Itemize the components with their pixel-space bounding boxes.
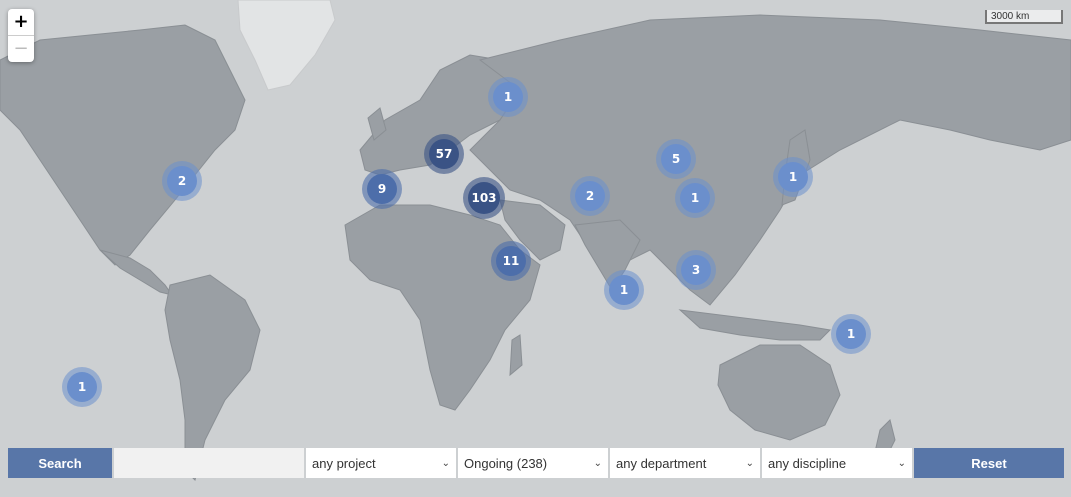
discipline-select[interactable]: any discipline ⌄ bbox=[762, 448, 912, 478]
cluster-count: 103 bbox=[468, 182, 500, 214]
cluster-count: 1 bbox=[609, 275, 639, 305]
cluster-count: 1 bbox=[836, 319, 866, 349]
cluster-count: 2 bbox=[575, 181, 605, 211]
zoom-control: + − bbox=[8, 9, 34, 62]
cluster-count: 2 bbox=[167, 166, 197, 196]
cluster-count: 1 bbox=[67, 372, 97, 402]
cluster-marker-japan[interactable]: 1 bbox=[773, 157, 813, 197]
cluster-marker-north-america[interactable]: 2 bbox=[162, 161, 202, 201]
cluster-count: 5 bbox=[661, 144, 691, 174]
zoom-in-button[interactable]: + bbox=[8, 9, 34, 35]
chevron-down-icon: ⌄ bbox=[441, 457, 450, 469]
department-select-value: any department bbox=[616, 455, 707, 471]
cluster-count: 1 bbox=[680, 183, 710, 213]
cluster-marker-mongolia[interactable]: 5 bbox=[656, 139, 696, 179]
status-select-value: Ongoing (238) bbox=[464, 455, 548, 471]
cluster-count: 1 bbox=[778, 162, 808, 192]
zoom-out-button[interactable]: − bbox=[8, 36, 34, 62]
map-scale: 3000 km bbox=[985, 10, 1063, 24]
cluster-marker-iberia[interactable]: 9 bbox=[362, 169, 402, 209]
cluster-count: 1 bbox=[493, 82, 523, 112]
search-button[interactable]: Search bbox=[8, 448, 112, 478]
cluster-marker-east-africa[interactable]: 11 bbox=[491, 241, 531, 281]
filter-bar: Search any project ⌄ Ongoing (238) ⌄ any… bbox=[8, 448, 1066, 478]
world-map[interactable]: + − 3000 km 1 57 2 9 103 2 5 1 1 11 3 1 1 1 bbox=[0, 0, 1071, 497]
map-landmass bbox=[0, 0, 1071, 481]
cluster-marker-russia[interactable]: 1 bbox=[488, 77, 528, 117]
project-select-value: any project bbox=[312, 455, 376, 471]
discipline-select-value: any discipline bbox=[768, 455, 847, 471]
search-input[interactable] bbox=[114, 448, 304, 478]
cluster-marker-europe[interactable]: 57 bbox=[424, 134, 464, 174]
cluster-marker-pacific[interactable]: 1 bbox=[62, 367, 102, 407]
cluster-marker-india-ocean[interactable]: 1 bbox=[604, 270, 644, 310]
cluster-marker-southeast-asia[interactable]: 3 bbox=[676, 250, 716, 290]
cluster-count: 57 bbox=[429, 139, 459, 169]
chevron-down-icon: ⌄ bbox=[897, 457, 906, 469]
reset-button[interactable]: Reset bbox=[914, 448, 1064, 478]
scale-label: 3000 km bbox=[991, 11, 1030, 22]
cluster-marker-middle-east[interactable]: 103 bbox=[463, 177, 505, 219]
cluster-count: 9 bbox=[367, 174, 397, 204]
project-select[interactable]: any project ⌄ bbox=[306, 448, 456, 478]
status-select[interactable]: Ongoing (238) ⌄ bbox=[458, 448, 608, 478]
chevron-down-icon: ⌄ bbox=[593, 457, 602, 469]
cluster-marker-china[interactable]: 1 bbox=[675, 178, 715, 218]
chevron-down-icon: ⌄ bbox=[745, 457, 754, 469]
cluster-marker-melanesia[interactable]: 1 bbox=[831, 314, 871, 354]
cluster-count: 3 bbox=[681, 255, 711, 285]
cluster-count: 11 bbox=[496, 246, 526, 276]
cluster-marker-central-asia[interactable]: 2 bbox=[570, 176, 610, 216]
department-select[interactable]: any department ⌄ bbox=[610, 448, 760, 478]
